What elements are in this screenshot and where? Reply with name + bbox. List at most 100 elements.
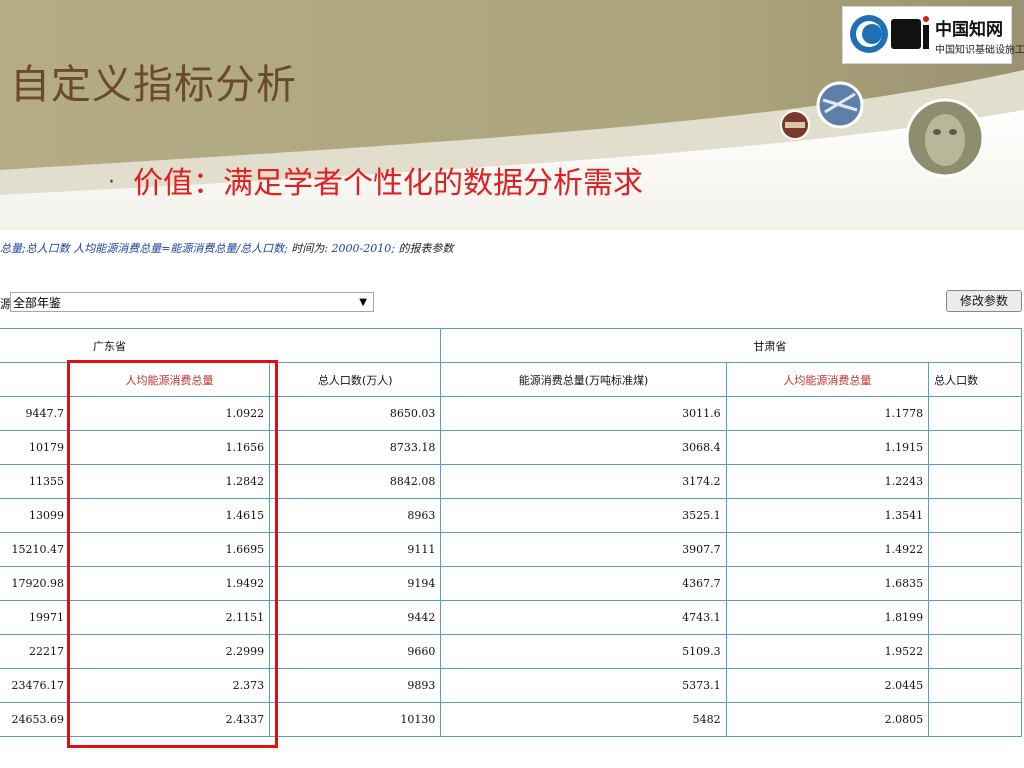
cell-energy-guangdong: 17920.98	[0, 566, 70, 601]
slide-title: 自定义指标分析	[10, 62, 297, 108]
cell-per-capita-gansu: 1.3541	[725, 498, 930, 533]
cell-energy-gansu: 3907.7	[440, 532, 727, 567]
cell-per-capita-guangdong: 2.1151	[68, 600, 271, 635]
cell-per-capita-guangdong: 1.0922	[68, 396, 271, 431]
cell-energy-gansu: 5109.3	[440, 634, 727, 669]
column-header-blank	[0, 362, 70, 397]
cell-per-capita-gansu: 2.0445	[725, 668, 930, 703]
bullet-text: 价值：满足学者个性化的数据分析需求	[133, 166, 643, 201]
cell-population-guangdong: 8842.08	[269, 464, 442, 499]
cell-per-capita-gansu: 1.1778	[725, 396, 930, 431]
data-table: 广东省 甘肃省 人均能源消费总量 总人口数(万人) 能源消费总量(万吨标准煤) …	[0, 328, 1022, 737]
source-select[interactable]: 全部年鉴 ▼	[10, 292, 374, 312]
cell-energy-guangdong: 19971	[0, 600, 70, 635]
cell-population-guangdong: 8650.03	[269, 396, 442, 431]
table-row: 11355 1.2842 8842.08 3174.2 1.2243	[0, 464, 1022, 499]
table-row: 13099 1.4615 8963 3525.1 1.3541	[0, 498, 1022, 533]
dropdown-arrow-icon[interactable]: ▼	[359, 293, 367, 313]
table-body: 9447.7 1.0922 8650.03 3011.6 1.1778 10179 1.16…	[0, 396, 1022, 737]
cnki-logo-icon	[850, 15, 929, 53]
group-header-row: 广东省 甘肃省	[0, 328, 1022, 363]
column-header-energy-gansu: 能源消费总量(万吨标准煤)	[440, 362, 727, 397]
cell-energy-guangdong: 22217	[0, 634, 70, 669]
cell-population-guangdong: 8963	[269, 498, 442, 533]
table-row: 23476.17 2.373 9893 5373.1 2.0445	[0, 668, 1022, 703]
table-row: 10179 1.1656 8733.18 3068.4 1.1915	[0, 430, 1022, 465]
cell-per-capita-gansu: 1.1915	[725, 430, 930, 465]
decorative-globes-icon	[780, 81, 985, 178]
cell-per-capita-guangdong: 1.6695	[68, 532, 271, 567]
cell-population-gansu	[928, 430, 1022, 465]
table-row: 17920.98 1.9492 9194 4367.7 1.6835	[0, 566, 1022, 601]
cell-energy-gansu: 4367.7	[440, 566, 727, 601]
cnki-logo-name: 中国知网	[935, 20, 1003, 40]
cell-per-capita-guangdong: 2.4337	[68, 702, 271, 737]
cell-per-capita-guangdong: 1.9492	[68, 566, 271, 601]
column-header-population-guangdong: 总人口数(万人)	[269, 362, 442, 397]
cell-energy-guangdong: 15210.47	[0, 532, 70, 567]
table-row: 9447.7 1.0922 8650.03 3011.6 1.1778	[0, 396, 1022, 431]
cell-energy-gansu: 4743.1	[440, 600, 727, 635]
cell-population-guangdong: 9893	[269, 668, 442, 703]
cell-energy-gansu: 3174.2	[440, 464, 727, 499]
column-header-row: 人均能源消费总量 总人口数(万人) 能源消费总量(万吨标准煤) 人均能源消费总量…	[0, 362, 1022, 397]
cell-population-gansu	[928, 702, 1022, 737]
cell-energy-guangdong: 9447.7	[0, 396, 70, 431]
source-select-value: 全部年鉴	[13, 296, 62, 310]
cell-population-guangdong: 8733.18	[269, 430, 442, 465]
table-row: 24653.69 2.4337 10130 5482 2.0805	[0, 702, 1022, 737]
cnki-logo-subtitle: 中国知识基础设施工程	[935, 45, 1024, 56]
cell-per-capita-guangdong: 2.2999	[68, 634, 271, 669]
column-header-population-gansu: 总人口数	[928, 362, 1022, 397]
group-header-guangdong: 广东省	[0, 328, 442, 363]
cell-energy-guangdong: 10179	[0, 430, 70, 465]
cell-population-gansu	[928, 634, 1022, 669]
cell-energy-gansu: 3011.6	[440, 396, 727, 431]
cell-population-gansu	[928, 668, 1022, 703]
cell-energy-gansu: 3525.1	[440, 498, 727, 533]
bullet-dot-icon: ·	[108, 170, 115, 195]
slide-header: 自定义指标分析 中国知网 中国知识基础设施工程 · 价值：满足学者个性化的数据分析…	[0, 0, 1024, 230]
cell-energy-gansu: 5482	[440, 702, 727, 737]
cell-per-capita-guangdong: 1.2842	[68, 464, 271, 499]
formula-suffix: 的报表参数	[394, 242, 454, 255]
cell-population-gansu	[928, 464, 1022, 499]
cell-per-capita-gansu: 1.9522	[725, 634, 930, 669]
edit-parameters-button[interactable]: 修改参数	[946, 290, 1022, 312]
cell-per-capita-gansu: 1.6835	[725, 566, 930, 601]
formula-time-label: 时间为:	[287, 242, 332, 255]
formula-description: 总量;总人口数 人均能源消费总量=能源消费总量/总人口数; 时间为: 2000-…	[0, 240, 453, 256]
formula-definition: 总量;总人口数 人均能源消费总量=能源消费总量/总人口数;	[0, 242, 288, 255]
cell-population-gansu	[928, 498, 1022, 533]
column-header-per-capita-guangdong: 人均能源消费总量	[68, 362, 271, 397]
cell-population-gansu	[928, 532, 1022, 567]
cnki-logo: 中国知网 中国知识基础设施工程	[842, 6, 1024, 64]
cell-population-guangdong: 9660	[269, 634, 442, 669]
cell-per-capita-gansu: 2.0805	[725, 702, 930, 737]
cell-population-gansu	[928, 396, 1022, 431]
cell-per-capita-guangdong: 2.373	[68, 668, 271, 703]
cell-population-guangdong: 10130	[269, 702, 442, 737]
cell-per-capita-gansu: 1.4922	[725, 532, 930, 567]
cell-population-guangdong: 9442	[269, 600, 442, 635]
bullet-point: · 价值：满足学者个性化的数据分析需求	[108, 158, 643, 202]
cell-energy-gansu: 3068.4	[440, 430, 727, 465]
cell-population-gansu	[928, 600, 1022, 635]
cell-population-gansu	[928, 566, 1022, 601]
group-header-gansu: 甘肃省	[440, 328, 1022, 363]
cell-per-capita-guangdong: 1.4615	[68, 498, 271, 533]
table-row: 19971 2.1151 9442 4743.1 1.8199	[0, 600, 1022, 635]
formula-years: 2000-2010;	[331, 242, 395, 255]
cell-energy-guangdong: 13099	[0, 498, 70, 533]
cell-energy-gansu: 5373.1	[440, 668, 727, 703]
cell-per-capita-gansu: 1.8199	[725, 600, 930, 635]
cell-energy-guangdong: 24653.69	[0, 702, 70, 737]
cell-per-capita-guangdong: 1.1656	[68, 430, 271, 465]
cell-energy-guangdong: 11355	[0, 464, 70, 499]
cell-energy-guangdong: 23476.17	[0, 668, 70, 703]
cell-population-guangdong: 9111	[269, 532, 442, 567]
column-header-per-capita-gansu: 人均能源消费总量	[725, 362, 930, 397]
cell-population-guangdong: 9194	[269, 566, 442, 601]
table-row: 15210.47 1.6695 9111 3907.7 1.4922	[0, 532, 1022, 567]
cell-per-capita-gansu: 1.2243	[725, 464, 930, 499]
